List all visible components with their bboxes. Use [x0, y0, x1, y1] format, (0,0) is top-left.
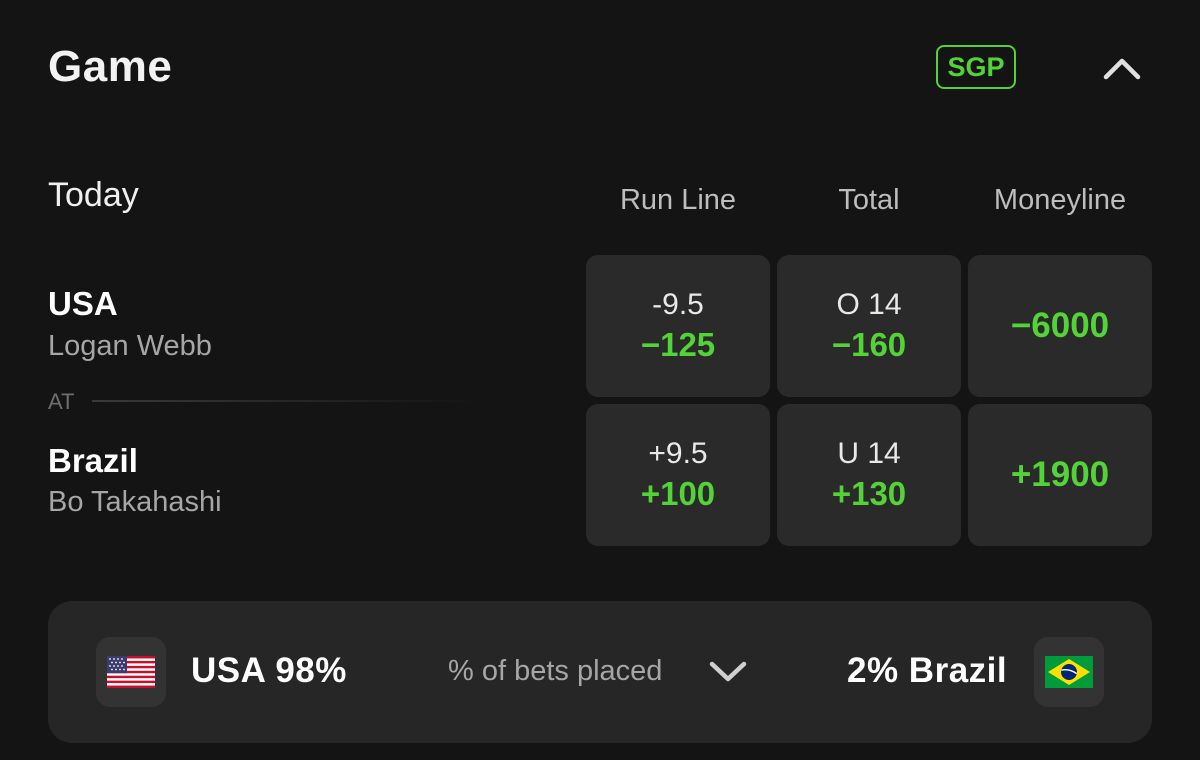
away-total-cell[interactable]: O 14 −160	[777, 255, 961, 397]
usa-flag-icon	[107, 656, 155, 688]
away-moneyline-cell[interactable]: −6000	[968, 255, 1152, 397]
expand-bets-button[interactable]	[708, 655, 748, 687]
total-odds: +130	[831, 475, 907, 512]
column-header-total: Total	[838, 184, 900, 216]
brazil-flag-container	[1034, 637, 1104, 707]
home-run-line-cell[interactable]: +9.5 +100	[586, 404, 770, 546]
right-team-percentage: 2% Brazil	[847, 651, 1008, 690]
away-team-name: USA	[48, 285, 118, 322]
date-label: Today	[48, 176, 139, 214]
total-value: O 14	[836, 288, 902, 321]
chevron-down-icon	[709, 661, 747, 682]
game-panel: Game SGP Today Run Line Total Moneyline …	[0, 0, 1200, 760]
column-header-run-line: Run Line	[619, 184, 737, 216]
left-team-percentage: USA 98%	[191, 651, 347, 690]
away-run-line-cell[interactable]: -9.5 −125	[586, 255, 770, 397]
at-separator-label: AT	[48, 389, 75, 414]
bets-placed-bar[interactable]: USA 98% % of bets placed 2% Brazil	[48, 601, 1152, 743]
moneyline-odds: +1900	[1010, 455, 1110, 494]
home-pitcher-name: Bo Takahashi	[48, 486, 222, 518]
total-value: U 14	[837, 437, 901, 470]
chevron-up-icon	[1103, 58, 1141, 80]
total-odds: −160	[831, 326, 907, 363]
separator-line	[92, 400, 482, 402]
moneyline-odds: −6000	[1010, 306, 1110, 345]
collapse-button[interactable]	[1098, 48, 1146, 88]
run-line-odds: +100	[640, 475, 716, 512]
home-team-name: Brazil	[48, 442, 138, 479]
run-line-value: -9.5	[652, 288, 704, 321]
brazil-flag-icon	[1045, 656, 1093, 688]
home-total-cell[interactable]: U 14 +130	[777, 404, 961, 546]
page-title: Game	[48, 42, 173, 91]
home-moneyline-cell[interactable]: +1900	[968, 404, 1152, 546]
usa-flag-container	[96, 637, 166, 707]
away-pitcher-name: Logan Webb	[48, 330, 212, 362]
column-header-moneyline: Moneyline	[993, 184, 1127, 216]
run-line-odds: −125	[640, 326, 716, 363]
run-line-value: +9.5	[648, 437, 708, 470]
sgp-button[interactable]: SGP	[936, 45, 1016, 89]
bets-placed-label: % of bets placed	[448, 655, 663, 687]
